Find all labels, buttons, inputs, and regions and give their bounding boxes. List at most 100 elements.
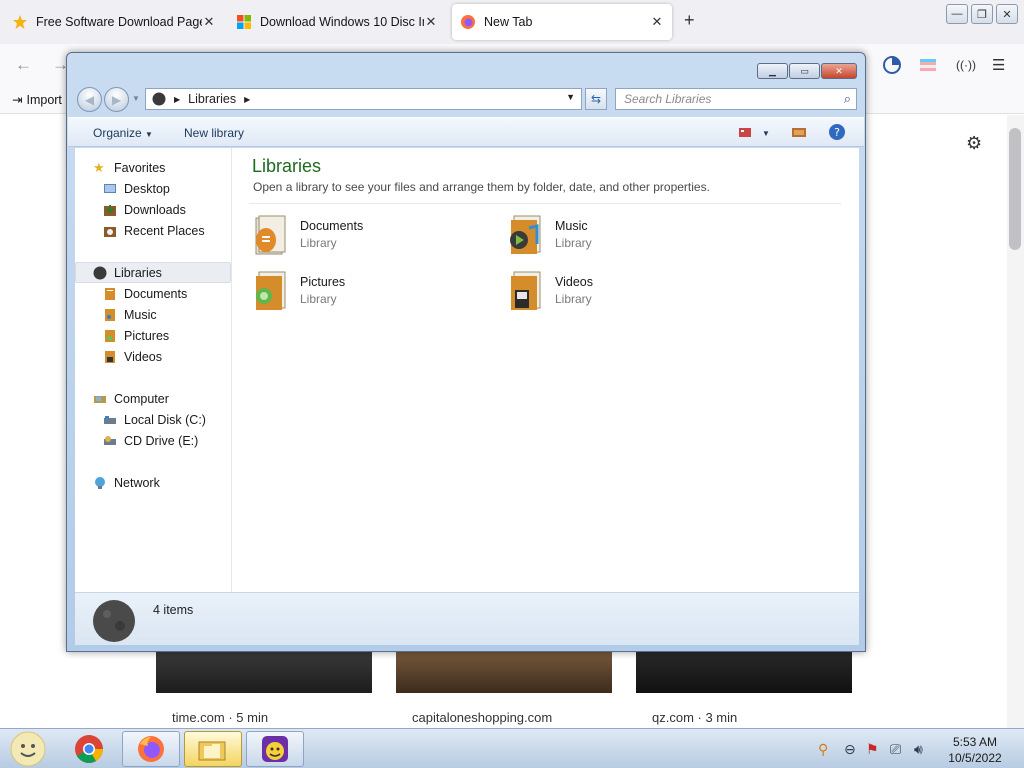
svg-text:?: ? bbox=[834, 126, 840, 139]
nav-recent-places[interactable]: Recent Places bbox=[103, 221, 205, 240]
hamburger-menu-icon[interactable]: ☰ bbox=[992, 56, 1005, 74]
search-icon[interactable]: ⌕ bbox=[844, 91, 851, 107]
documents-library-icon bbox=[255, 215, 286, 255]
cd-drive-icon bbox=[104, 435, 116, 445]
tab-new-tab[interactable]: New Tab ✕ bbox=[452, 4, 672, 40]
nav-videos[interactable]: Videos bbox=[103, 347, 162, 366]
browser-tab-bar: Free Software Download Page - ✕ Download… bbox=[0, 0, 1024, 44]
nav-label: CD Drive (E:) bbox=[124, 433, 199, 448]
tab-download-windows[interactable]: Download Windows 10 Disc Ima ✕ bbox=[228, 4, 446, 40]
close-tab-icon[interactable]: ✕ bbox=[650, 14, 664, 30]
search-input[interactable]: Search Libraries ⌕ bbox=[615, 88, 857, 110]
library-videos[interactable]: Videos Library bbox=[507, 270, 593, 314]
nav-label: Documents bbox=[124, 286, 188, 301]
recent-pages-dropdown-icon[interactable]: ▼ bbox=[132, 94, 140, 103]
story-source: qz.com · 3 min bbox=[652, 710, 738, 725]
maximize-button[interactable]: ▭ bbox=[789, 63, 820, 79]
change-view-icon[interactable] bbox=[737, 124, 753, 140]
status-tray-icon[interactable]: ⊖ bbox=[844, 741, 856, 758]
nav-label: Network bbox=[114, 475, 160, 490]
minimize-browser-button[interactable]: — bbox=[946, 4, 968, 24]
item-count: 4 items bbox=[153, 603, 194, 617]
nav-desktop[interactable]: Desktop bbox=[103, 179, 170, 198]
new-tab-button[interactable]: + bbox=[684, 10, 695, 31]
library-music[interactable]: Music Library bbox=[507, 214, 592, 258]
nav-pictures[interactable]: Pictures bbox=[103, 326, 169, 345]
taskbar-windows-explorer[interactable] bbox=[184, 731, 242, 767]
libraries-icon bbox=[93, 266, 107, 279]
address-bar[interactable]: ▶ Libraries ▶ ▼ bbox=[145, 88, 582, 110]
taskbar-firefox[interactable] bbox=[122, 731, 180, 767]
nav-downloads[interactable]: Downloads bbox=[103, 200, 186, 219]
nav-music[interactable]: Music bbox=[103, 305, 157, 324]
downloads-folder-icon bbox=[104, 204, 116, 216]
refresh-button[interactable]: ⇆ bbox=[585, 88, 607, 110]
nav-label: Libraries bbox=[114, 265, 162, 280]
search-tray-icon[interactable]: ⚲ bbox=[818, 741, 828, 758]
volume-icon[interactable]: 🔊︎ bbox=[914, 741, 923, 758]
hard-drive-icon bbox=[104, 415, 116, 424]
computer-icon bbox=[94, 395, 106, 403]
extension-icon[interactable]: ((·)) bbox=[956, 58, 976, 72]
page-subtitle: Open a library to see your files and arr… bbox=[253, 180, 710, 194]
organize-button[interactable]: Organize ▼ bbox=[93, 126, 153, 140]
close-tab-icon[interactable]: ✕ bbox=[202, 14, 216, 30]
chrome-icon bbox=[75, 735, 103, 763]
nav-label: Desktop bbox=[124, 181, 170, 196]
library-name: Documents bbox=[300, 219, 364, 233]
breadcrumb-chevron-icon[interactable]: ▶ bbox=[244, 95, 250, 104]
story-card-capitalone[interactable]: capitaloneshopping.com bbox=[396, 650, 612, 728]
close-tab-icon[interactable]: ✕ bbox=[424, 14, 438, 30]
nav-documents[interactable]: Documents bbox=[103, 284, 187, 303]
import-bookmarks-button[interactable]: ⇥ Import bbox=[12, 92, 62, 108]
nav-local-disk[interactable]: Local Disk (C:) bbox=[103, 410, 206, 429]
action-center-flag-icon[interactable]: ⚑ bbox=[866, 741, 879, 758]
extension-flag-icon[interactable] bbox=[918, 55, 938, 75]
shield-icon[interactable] bbox=[882, 55, 902, 75]
nav-label: Recent Places bbox=[124, 223, 205, 238]
library-type: Library bbox=[555, 292, 592, 306]
nav-libraries[interactable]: Libraries bbox=[75, 262, 231, 283]
address-row: ◀ ▶ ▼ ▶ Libraries ▶ ▼ ⇆ Search Libraries… bbox=[75, 86, 859, 112]
new-library-button[interactable]: New library bbox=[184, 126, 244, 140]
preview-pane-icon[interactable] bbox=[791, 124, 807, 140]
start-button[interactable] bbox=[2, 731, 54, 767]
system-clock[interactable]: 5:53 AM 10/5/2022 bbox=[944, 734, 1006, 766]
library-documents[interactable]: Documents Library bbox=[252, 214, 363, 258]
taskbar: ⚲ ⊖ ⚑ ⎚ 🔊︎ 5:53 AM 10/5/2022 bbox=[0, 728, 1024, 768]
network-tray-icon[interactable]: ⎚ bbox=[890, 741, 901, 758]
taskbar-yahoo-messenger[interactable] bbox=[246, 731, 304, 767]
help-icon[interactable]: ? bbox=[828, 123, 846, 141]
minimize-button[interactable]: ▁ bbox=[757, 63, 788, 79]
gear-icon[interactable]: ⚙ bbox=[966, 133, 982, 154]
forward-button[interactable]: ▶ bbox=[104, 87, 129, 112]
close-button[interactable]: ✕ bbox=[821, 63, 857, 79]
scrollbar-thumb[interactable] bbox=[1009, 128, 1021, 250]
restore-browser-button[interactable]: ❐ bbox=[971, 4, 993, 24]
nav-network[interactable]: Network bbox=[93, 473, 160, 492]
address-dropdown-icon[interactable]: ▼ bbox=[566, 92, 575, 102]
tab-free-software[interactable]: Free Software Download Page - ✕ bbox=[4, 4, 224, 40]
back-button[interactable]: ◀ bbox=[77, 87, 102, 112]
story-card-time[interactable]: time.com · 5 min bbox=[156, 650, 372, 728]
desktop-icon bbox=[104, 183, 116, 193]
library-pictures[interactable]: Pictures Library bbox=[252, 270, 345, 314]
story-card-qz[interactable]: qz.com · 3 min bbox=[636, 650, 852, 728]
close-browser-button[interactable]: ✕ bbox=[996, 4, 1018, 24]
nav-computer[interactable]: Computer bbox=[93, 389, 169, 408]
navigation-pane: ★ Favorites Desktop Downloads Recent Pla… bbox=[75, 148, 232, 592]
import-label: Import bbox=[26, 92, 62, 107]
tab-title: Download Windows 10 Disc Ima bbox=[260, 15, 424, 29]
import-icon: ⇥ bbox=[12, 93, 23, 107]
nav-cd-drive[interactable]: CD Drive (E:) bbox=[103, 431, 198, 450]
library-type: Library bbox=[555, 236, 592, 250]
back-arrow-icon[interactable]: ← bbox=[15, 55, 32, 75]
pictures-library-icon bbox=[256, 271, 286, 310]
view-options-dropdown-icon[interactable]: ▼ bbox=[762, 129, 770, 138]
nav-favorites[interactable]: ★ Favorites bbox=[93, 158, 165, 177]
story-source: capitaloneshopping.com bbox=[412, 710, 553, 725]
taskbar-chrome[interactable] bbox=[60, 731, 118, 767]
nav-label: Favorites bbox=[114, 160, 166, 175]
breadcrumb-libraries[interactable]: Libraries bbox=[188, 92, 236, 106]
clock-time: 5:53 AM bbox=[952, 735, 998, 749]
